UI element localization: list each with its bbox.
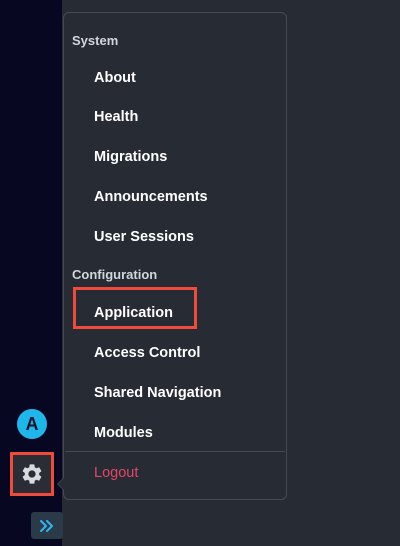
menu-divider [65, 451, 285, 452]
menu-item-announcements[interactable]: Announcements [94, 188, 208, 206]
menu-pointer-inner [58, 478, 64, 490]
settings-dropdown-menu: System About Health Migrations Announcem… [63, 12, 287, 500]
menu-item-access-control[interactable]: Access Control [94, 344, 200, 362]
expand-sidebar-button[interactable] [31, 512, 63, 539]
menu-item-modules[interactable]: Modules [94, 424, 153, 442]
menu-item-health[interactable]: Health [94, 108, 138, 126]
section-heading-system: System [72, 33, 119, 48]
user-avatar[interactable]: A [17, 409, 47, 439]
menu-item-application[interactable]: Application [94, 304, 173, 322]
avatar-initial: A [25, 414, 39, 434]
menu-item-about[interactable]: About [94, 69, 136, 87]
section-heading-configuration: Configuration [72, 267, 158, 282]
menu-item-migrations[interactable]: Migrations [94, 148, 167, 166]
settings-button[interactable] [10, 452, 54, 496]
logout-button[interactable]: Logout [94, 464, 138, 482]
gear-icon [22, 464, 42, 484]
menu-item-shared-navigation[interactable]: Shared Navigation [94, 384, 221, 402]
double-chevron-right-icon [40, 519, 53, 532]
menu-item-user-sessions[interactable]: User Sessions [94, 228, 194, 246]
